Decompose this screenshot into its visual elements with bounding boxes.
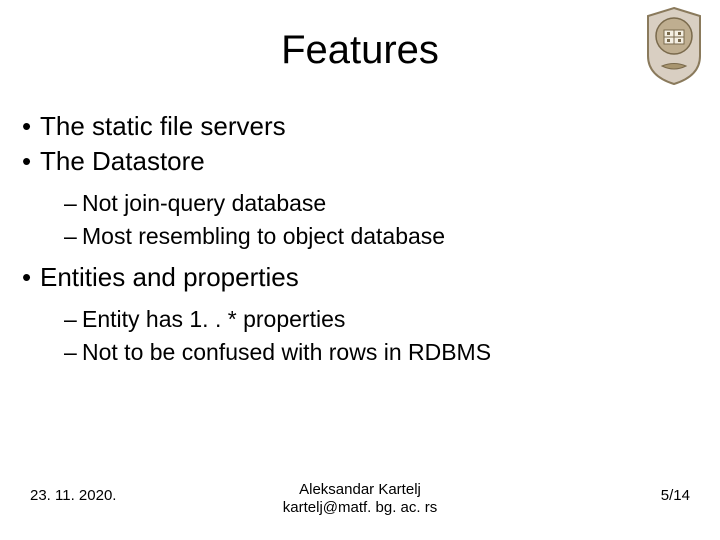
sub-bullet-item: –Entity has 1. . * properties: [64, 305, 698, 334]
footer-author-block: Aleksandar Kartelj kartelj@matf. bg. ac.…: [0, 481, 720, 519]
slide-title: Features: [0, 28, 720, 73]
footer-page-number: 5/14: [661, 487, 690, 504]
footer-email: kartelj@matf. bg. ac. rs: [0, 499, 720, 518]
bullet-item: •The static file servers: [22, 110, 698, 143]
footer-author: Aleksandar Kartelj: [0, 481, 720, 500]
sub-bullet-text: Not to be confused with rows in RDBMS: [82, 339, 491, 365]
university-seal-icon: [642, 6, 706, 86]
bullet-text: The Datastore: [40, 146, 205, 176]
sub-bullet-item: –Not join-query database: [64, 189, 698, 218]
bullet-item: •The Datastore: [22, 145, 698, 178]
slide: Features •The static file servers •The D…: [0, 0, 720, 540]
sub-bullet-text: Entity has 1. . * properties: [82, 306, 345, 332]
sub-bullet-item: –Not to be confused with rows in RDBMS: [64, 338, 698, 367]
slide-body: •The static file servers •The Datastore …: [22, 110, 698, 370]
sub-bullet-text: Most resembling to object database: [82, 223, 445, 249]
bullet-text: The static file servers: [40, 111, 286, 141]
bullet-text: Entities and properties: [40, 262, 299, 292]
bullet-item: •Entities and properties: [22, 261, 698, 294]
sub-bullet-text: Not join-query database: [82, 190, 326, 216]
sub-bullet-item: –Most resembling to object database: [64, 222, 698, 251]
